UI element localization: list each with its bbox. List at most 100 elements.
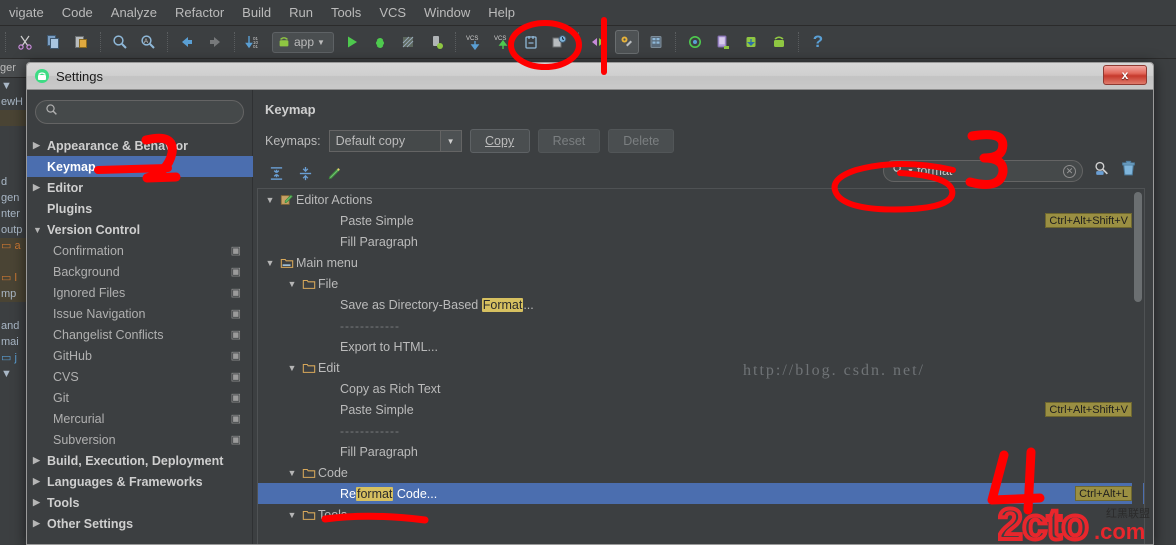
tree-row-file[interactable]: ▼ File [258, 273, 1144, 294]
replace-icon[interactable]: A [137, 31, 159, 53]
clear-icon[interactable]: ✕ [1063, 164, 1076, 178]
sidebar-item-ignored-files[interactable]: Ignored Files ▣ [27, 282, 253, 303]
sidebar-item-appearance-behavior[interactable]: ▶ Appearance & Behavior [27, 135, 253, 156]
find-by-shortcut-icon[interactable] [1093, 160, 1110, 182]
avd-manager-icon[interactable] [645, 31, 667, 53]
copy-icon[interactable] [42, 31, 64, 53]
debug-icon[interactable] [369, 31, 391, 53]
tree-row-tools[interactable]: ▼ Tools [258, 504, 1144, 525]
chevron-down-icon[interactable]: ▼ [317, 38, 325, 47]
tree-row-code[interactable]: ▼ Code [258, 462, 1144, 483]
chevron-down-icon[interactable]: ▼ [284, 279, 300, 289]
tree-row-export-to-html[interactable]: Export to HTML... [258, 336, 1144, 357]
run-configuration-selector[interactable]: app ▼ [272, 31, 334, 53]
menu-item-refactor[interactable]: Refactor [166, 3, 233, 22]
sidebar-item-confirmation[interactable]: Confirmation ▣ [27, 240, 253, 261]
menu-item-window[interactable]: Window [415, 3, 479, 22]
sidebar-item-editor[interactable]: ▶ Editor [27, 177, 253, 198]
chevron-down-icon[interactable]: ▼ [284, 468, 300, 478]
sidebar-item-background[interactable]: Background ▣ [27, 261, 253, 282]
keymap-search-box[interactable]: ▼ format ✕ [883, 160, 1083, 182]
run-icon[interactable] [341, 31, 363, 53]
dialog-title-bar[interactable]: Settings x [27, 63, 1153, 90]
delete-button[interactable]: Delete [608, 129, 675, 153]
trash-icon[interactable] [1120, 160, 1137, 182]
chevron-down-icon[interactable]: ▼ [284, 510, 300, 520]
menu-item-code[interactable]: Code [53, 3, 102, 22]
tree-row-fill-paragraph-edit[interactable]: Fill Paragraph [258, 441, 1144, 462]
tree-row-paste-simple[interactable]: Paste Simple Ctrl+Alt+Shift+V [258, 210, 1144, 231]
sdk-download-icon[interactable] [740, 31, 762, 53]
chevron-down-icon[interactable]: ▼ [262, 258, 278, 268]
help-icon[interactable]: ? [807, 31, 829, 53]
chevron-right-icon[interactable]: ▶ [33, 140, 47, 151]
tree-row-save-as-directory-based-format[interactable]: Save as Directory-Based Format... [258, 294, 1144, 315]
chevron-down-icon[interactable]: ▼ [33, 225, 47, 235]
menu-item-build[interactable]: Build [233, 3, 280, 22]
menu-item-navigate[interactable]: vigate [0, 3, 53, 22]
sidebar-item-other-settings[interactable]: ▶ Other Settings [27, 513, 253, 534]
gradle-sync-icon[interactable] [684, 31, 706, 53]
vcs-changes-icon[interactable] [548, 31, 570, 53]
cut-icon[interactable] [14, 31, 36, 53]
sidebar-item-plugins[interactable]: Plugins [27, 198, 253, 219]
collapse-all-icon[interactable] [298, 166, 313, 186]
run-on-device-icon[interactable] [425, 31, 447, 53]
chevron-right-icon[interactable]: ▶ [33, 182, 47, 193]
sdk-manager-icon[interactable] [615, 30, 639, 54]
chevron-down-icon[interactable]: ▼ [907, 168, 914, 175]
compare-icon[interactable] [587, 31, 609, 53]
keymap-search-input[interactable]: format [917, 164, 1060, 178]
sidebar-item-github[interactable]: GitHub ▣ [27, 345, 253, 366]
tree-row-fill-paragraph[interactable]: Fill Paragraph [258, 231, 1144, 252]
sidebar-item-mercurial[interactable]: Mercurial ▣ [27, 408, 253, 429]
forward-icon[interactable] [204, 31, 226, 53]
chevron-right-icon[interactable]: ▶ [33, 455, 47, 466]
menu-item-analyze[interactable]: Analyze [102, 3, 166, 22]
chevron-right-icon[interactable]: ▶ [33, 518, 47, 529]
tree-row-paste-simple-edit[interactable]: Paste Simple Ctrl+Alt+Shift+V [258, 399, 1144, 420]
vcs-update-icon[interactable]: VCS [464, 31, 486, 53]
chevron-right-icon[interactable]: ▶ [33, 497, 47, 508]
expand-all-icon[interactable] [269, 166, 284, 186]
search-icon[interactable] [892, 162, 904, 180]
tree-row-main-menu[interactable]: ▼ Main menu [258, 252, 1144, 273]
vcs-commit-icon[interactable]: VCS [492, 31, 514, 53]
tree-row-copy-as-rich-text[interactable]: Copy as Rich Text [258, 378, 1144, 399]
sidebar-item-issue-navigation[interactable]: Issue Navigation ▣ [27, 303, 253, 324]
sidebar-item-subversion[interactable]: Subversion ▣ [27, 429, 253, 450]
chevron-down-icon[interactable]: ▼ [439, 131, 461, 151]
sidebar-item-build-execution-deployment[interactable]: ▶ Build, Execution, Deployment [27, 450, 253, 471]
keymap-actions-tree[interactable]: ▼ Editor Actions Paste Simple Ctrl+Alt+S… [257, 188, 1145, 544]
chevron-down-icon[interactable]: ▼ [262, 195, 278, 205]
paste-icon[interactable] [70, 31, 92, 53]
keymap-select[interactable]: Default copy ▼ [328, 130, 462, 152]
device-monitor-icon[interactable] [712, 31, 734, 53]
sync-icon[interactable]: 01 10 01 [243, 31, 265, 53]
menu-item-help[interactable]: Help [479, 3, 524, 22]
find-icon[interactable] [109, 31, 131, 53]
chevron-down-icon[interactable]: ▼ [284, 363, 300, 373]
menu-item-tools[interactable]: Tools [322, 3, 370, 22]
edit-shortcut-icon[interactable] [327, 166, 342, 186]
sidebar-search-input[interactable] [64, 104, 234, 120]
reset-button[interactable]: Reset [537, 129, 601, 153]
menu-item-vcs[interactable]: VCS [370, 3, 415, 22]
chevron-right-icon[interactable]: ▶ [33, 476, 47, 487]
menu-item-run[interactable]: Run [280, 3, 322, 22]
sidebar-item-changelist-conflicts[interactable]: Changelist Conflicts ▣ [27, 324, 253, 345]
tree-vertical-scrollbar[interactable] [1132, 190, 1143, 544]
sidebar-item-keymap[interactable]: Keymap [27, 156, 253, 177]
close-button[interactable]: x [1103, 65, 1147, 85]
tree-row-reformat-code[interactable]: Re format Code... Ctrl+Alt+L [258, 483, 1144, 504]
copy-button[interactable]: Copy [469, 129, 530, 153]
sidebar-item-version-control[interactable]: ▼ Version Control [27, 219, 253, 240]
vcs-history-icon[interactable] [520, 31, 542, 53]
scrollbar-thumb[interactable] [1134, 192, 1142, 302]
coverage-icon[interactable] [397, 31, 419, 53]
back-icon[interactable] [176, 31, 198, 53]
tree-row-editor-actions[interactable]: ▼ Editor Actions [258, 189, 1144, 210]
android-icon[interactable] [768, 31, 790, 53]
sidebar-item-languages-frameworks[interactable]: ▶ Languages & Frameworks [27, 471, 253, 492]
sidebar-search-box[interactable] [35, 100, 244, 124]
